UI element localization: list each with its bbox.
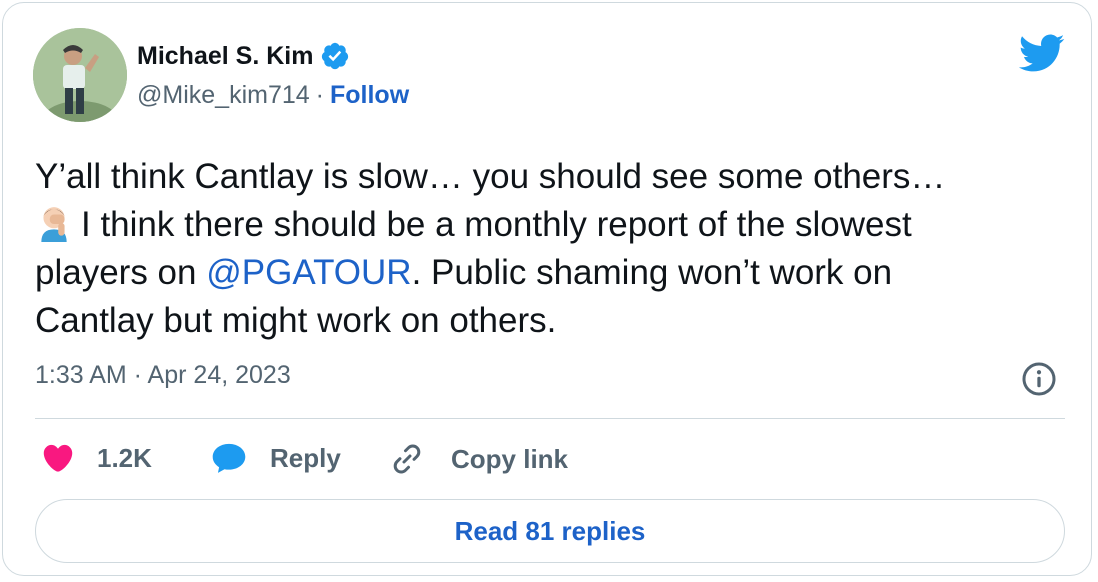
read-replies-button[interactable]: Read 81 replies bbox=[35, 499, 1065, 563]
tweet-text: Y’all think Cantlay is slow… you should … bbox=[35, 153, 1075, 345]
info-icon[interactable] bbox=[1021, 361, 1057, 397]
copy-link-label: Copy link bbox=[451, 443, 569, 474]
heart-icon bbox=[43, 444, 73, 472]
author-name[interactable]: Michael S. Kim bbox=[137, 42, 313, 71]
divider bbox=[35, 418, 1065, 419]
handle-separator: · bbox=[315, 81, 324, 109]
speech-bubble-icon bbox=[212, 443, 246, 473]
avatar-photo bbox=[33, 28, 127, 122]
twitter-bird-icon[interactable] bbox=[1017, 33, 1065, 73]
copy-link-button[interactable]: Copy link bbox=[389, 441, 568, 477]
mention-link[interactable]: @PGATOUR bbox=[206, 253, 411, 292]
tweet-line-2: I think there should be a monthly report… bbox=[35, 201, 1075, 249]
author-name-row: Michael S. Kim bbox=[137, 41, 350, 71]
verified-badge-icon bbox=[322, 42, 349, 70]
follow-button[interactable]: Follow bbox=[330, 81, 409, 110]
tweet-line-3-prefix: players on bbox=[35, 253, 207, 292]
tweet-line-3: players on @PGATOUR. Public shaming won’… bbox=[35, 249, 1075, 297]
author-handle-row: @Mike_kim714 · Follow bbox=[137, 81, 409, 110]
tweet-card: Michael S. Kim @Mike_kim714 · Follow Y’a… bbox=[2, 2, 1092, 576]
tweet-line-3-suffix: . Public shaming won’t work on bbox=[411, 253, 893, 292]
tweet-line-2-text: I think there should be a monthly report… bbox=[81, 205, 912, 244]
tweet-timestamp[interactable]: 1:33 AM · Apr 24, 2023 bbox=[35, 361, 291, 390]
author-handle[interactable]: @Mike_kim714 bbox=[137, 81, 310, 110]
avatar[interactable] bbox=[33, 28, 127, 122]
reply-label: Reply bbox=[270, 442, 341, 473]
man-facepalming-emoji bbox=[41, 207, 67, 242]
reply-button[interactable]: Reply bbox=[210, 441, 341, 475]
tweet-line-4: Cantlay but might work on others. bbox=[35, 301, 557, 340]
like-button[interactable]: 1.2K bbox=[41, 441, 152, 475]
like-count: 1.2K bbox=[97, 442, 152, 473]
link-icon bbox=[393, 444, 421, 474]
tweet-line-1: Y’all think Cantlay is slow… you should … bbox=[35, 157, 946, 196]
